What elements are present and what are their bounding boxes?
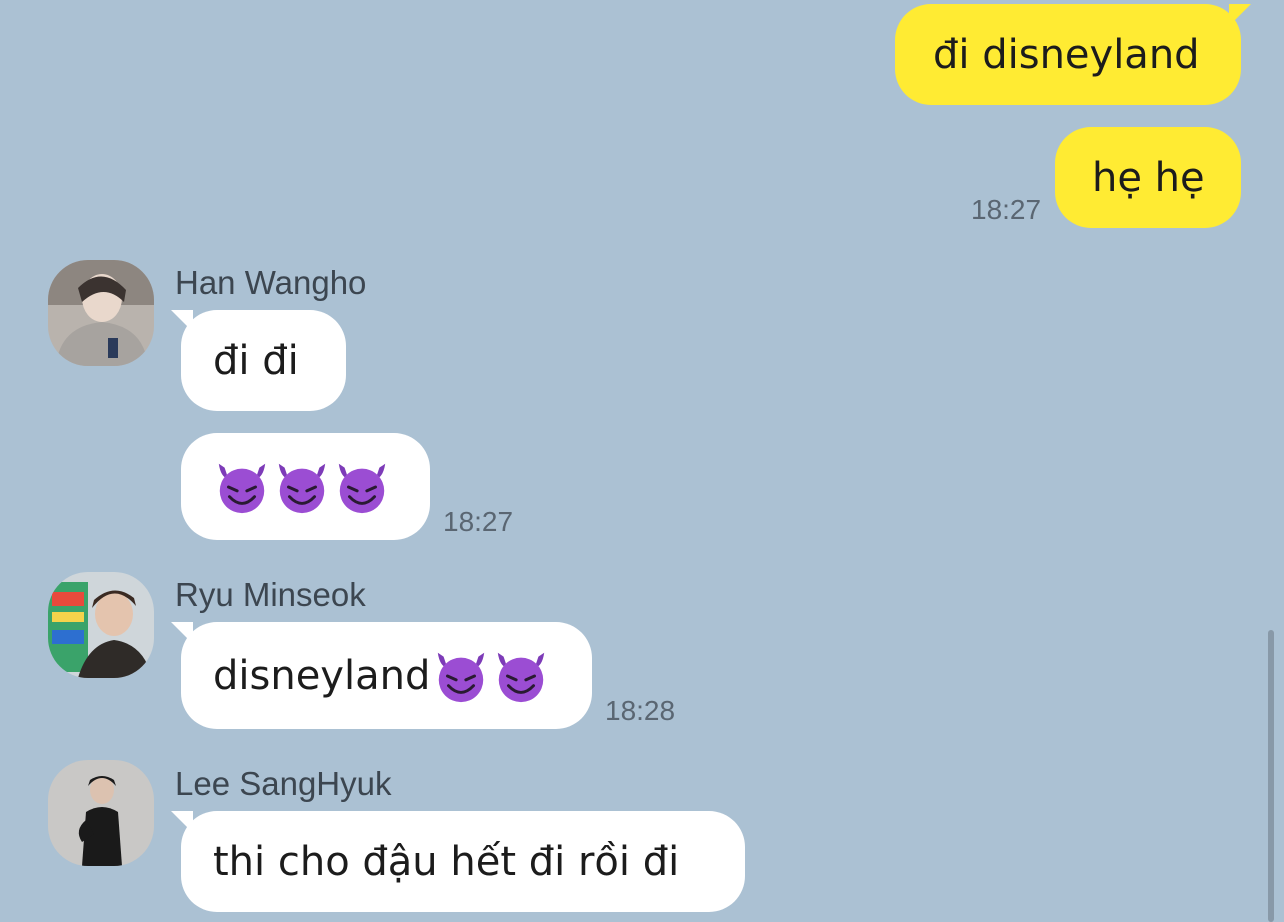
message-bubble[interactable]: disneyland [171, 622, 592, 729]
smiling-devil-emoji-icon [438, 652, 485, 702]
sender-name: Lee SangHyuk [175, 765, 392, 802]
avatar-ryu-minseok[interactable] [48, 572, 154, 678]
smiling-devil-emoji-icon [338, 463, 386, 513]
message-time: 18:28 [605, 695, 676, 726]
message-bubble[interactable]: đi đi [171, 310, 346, 411]
message-time: 18:27 [971, 194, 1042, 225]
scrollbar[interactable] [1268, 630, 1274, 922]
message-bubble[interactable]: thi cho đậu hết đi rồi đi [171, 811, 745, 912]
emoji-row [213, 458, 391, 516]
message-bubble[interactable] [181, 433, 430, 540]
message-text: hẹ hẹ [1092, 154, 1205, 201]
message-text: thi cho đậu hết đi rồi đi [213, 838, 680, 885]
sender-name: Han Wangho [175, 264, 367, 301]
avatar-han-wangho[interactable] [48, 260, 154, 366]
message-text: disneyland [213, 652, 431, 699]
message-text: đi đi [213, 337, 299, 384]
smiling-devil-emoji-icon [218, 463, 266, 513]
my-message-bubble[interactable]: hẹ hẹ [1055, 127, 1241, 228]
message-time: 18:27 [443, 506, 514, 537]
sender-name: Ryu Minseok [175, 576, 366, 613]
smiling-devil-emoji-icon [278, 463, 326, 513]
chat-area: đi disneyland hẹ hẹ 18:27 Han Wangho đi … [0, 0, 1284, 922]
message-content: disneyland [213, 647, 550, 705]
avatar-lee-sanghyuk[interactable] [48, 760, 154, 866]
my-message-bubble[interactable]: đi disneyland [895, 4, 1251, 105]
smiling-devil-emoji-icon [498, 652, 545, 702]
message-text: đi disneyland [933, 31, 1200, 78]
